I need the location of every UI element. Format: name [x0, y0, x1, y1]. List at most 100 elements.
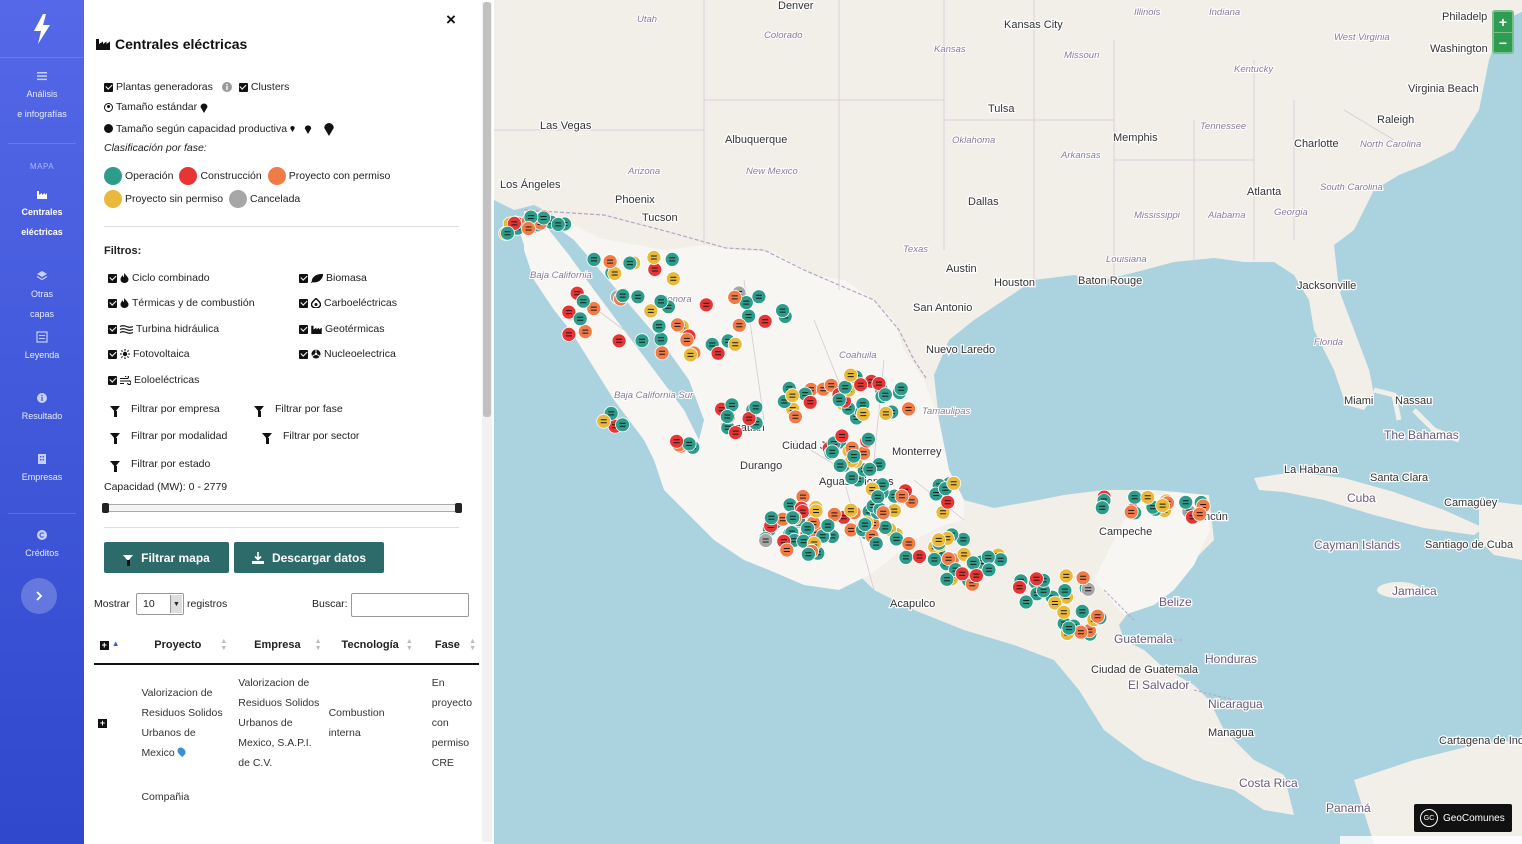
- power-plant-marker[interactable]: [727, 336, 743, 352]
- power-plant-marker[interactable]: [875, 505, 891, 521]
- power-plant-marker[interactable]: [824, 444, 840, 460]
- power-plant-marker[interactable]: [1061, 620, 1077, 636]
- power-plant-marker[interactable]: [862, 461, 878, 477]
- nav-item-leyenda[interactable]: Leyenda: [0, 331, 84, 365]
- power-plant-marker[interactable]: [615, 417, 630, 433]
- plus-icon[interactable]: +: [98, 719, 107, 728]
- power-plant-marker[interactable]: [643, 303, 659, 319]
- power-plant-marker[interactable]: [877, 520, 893, 535]
- tech-turbina-hidraulica[interactable]: Turbina hidráulica: [108, 323, 219, 335]
- panel-scrollbar[interactable]: [482, 2, 492, 842]
- map-view[interactable]: Utah Colorado Kansas Missouri Illinois I…: [494, 0, 1522, 844]
- filter-modalidad-link[interactable]: Filtrar por modalidad: [110, 430, 227, 444]
- power-plant-marker[interactable]: [602, 254, 618, 270]
- power-plant-marker[interactable]: [1029, 571, 1044, 587]
- power-plant-marker[interactable]: [800, 521, 816, 536]
- power-plant-marker[interactable]: [946, 475, 962, 491]
- power-plant-marker[interactable]: [757, 313, 773, 329]
- nav-item-centrales[interactable]: Centrales eléctricas: [0, 188, 84, 242]
- power-plant-marker[interactable]: [710, 345, 726, 361]
- power-plant-marker[interactable]: [831, 392, 847, 408]
- power-plant-marker[interactable]: [1127, 489, 1143, 505]
- tech-checkbox[interactable]: [108, 375, 117, 385]
- power-plant-marker[interactable]: [1178, 494, 1194, 510]
- tech-carboelectricas[interactable]: Carboeléctricas: [299, 297, 397, 309]
- power-plant-marker[interactable]: [787, 409, 803, 425]
- power-plant-marker[interactable]: [1058, 568, 1074, 584]
- power-plant-marker[interactable]: [1012, 579, 1027, 595]
- power-plant-marker[interactable]: [802, 394, 818, 410]
- tech-checkbox[interactable]: [108, 298, 117, 308]
- row-expand-cell[interactable]: +: [94, 664, 125, 781]
- power-plant-marker[interactable]: [843, 502, 859, 518]
- power-plant-marker[interactable]: [728, 425, 743, 441]
- slider-handle-max[interactable]: [455, 503, 462, 513]
- power-plant-marker[interactable]: [1074, 604, 1090, 619]
- power-plant-marker[interactable]: [719, 409, 735, 424]
- power-plant-marker[interactable]: [888, 531, 904, 547]
- tech-checkbox[interactable]: [299, 324, 308, 334]
- tech-checkbox[interactable]: [108, 349, 117, 359]
- filter-estado-link[interactable]: Filtrar por estado: [110, 458, 210, 472]
- power-plant-marker[interactable]: [653, 331, 669, 347]
- tech-ciclo-combinado[interactable]: Ciclo combinado: [108, 272, 210, 284]
- power-plant-marker[interactable]: [1192, 506, 1208, 522]
- power-plant-marker[interactable]: [779, 542, 795, 558]
- clusters-checkbox[interactable]: [238, 82, 248, 92]
- power-plant-marker[interactable]: [622, 255, 638, 271]
- column-header-empresa[interactable]: Empresa ▲ ▼: [230, 626, 325, 665]
- power-plant-marker[interactable]: [731, 317, 747, 333]
- power-plant-marker[interactable]: [1123, 504, 1139, 520]
- lightning-bolt-icon[interactable]: [0, 0, 84, 58]
- power-plant-marker[interactable]: [748, 399, 764, 415]
- filter-fase-link[interactable]: Filtrar por fase: [254, 403, 343, 417]
- power-plant-marker[interactable]: [775, 303, 791, 319]
- power-plant-marker[interactable]: [651, 318, 667, 334]
- tech-checkbox[interactable]: [299, 349, 308, 359]
- close-button[interactable]: ×: [446, 10, 456, 30]
- zoom-in-button[interactable]: +: [1494, 12, 1512, 32]
- power-plant-marker[interactable]: [784, 388, 800, 404]
- tech-checkbox[interactable]: [108, 273, 117, 283]
- power-plant-marker[interactable]: [577, 324, 593, 340]
- power-plant-marker[interactable]: [763, 510, 779, 526]
- power-plant-marker[interactable]: [683, 347, 698, 363]
- power-plant-marker[interactable]: [1018, 594, 1034, 610]
- expand-column-header[interactable]: + ▲: [94, 626, 126, 665]
- geocomunes-brand[interactable]: GC GeoComunes: [1414, 804, 1512, 832]
- map-attribution[interactable]: [1340, 836, 1522, 844]
- tech-eoloelectricas[interactable]: Eoloeléctricas: [108, 374, 199, 386]
- power-plant-marker[interactable]: [561, 326, 577, 342]
- power-plant-marker[interactable]: [1056, 604, 1072, 620]
- power-plant-marker[interactable]: [898, 550, 914, 565]
- power-plant-marker[interactable]: [868, 536, 884, 551]
- power-plant-marker[interactable]: [878, 405, 894, 421]
- tech-termicas[interactable]: Térmicas y de combustión: [108, 297, 255, 309]
- power-plant-marker[interactable]: [536, 210, 551, 226]
- power-plant-marker[interactable]: [855, 406, 871, 422]
- power-plant-marker[interactable]: [1075, 570, 1091, 586]
- tam-capacidad-radio[interactable]: [104, 124, 113, 133]
- power-plant-marker[interactable]: [808, 503, 824, 519]
- power-plant-marker[interactable]: [615, 288, 631, 304]
- page-size-select[interactable]: 10 ▼: [136, 593, 184, 615]
- power-plant-marker[interactable]: [586, 251, 602, 267]
- expand-button[interactable]: [21, 578, 57, 614]
- column-header-proyecto[interactable]: Proyecto ▲ ▼: [125, 626, 231, 665]
- power-plant-marker[interactable]: [521, 221, 536, 236]
- power-plant-marker[interactable]: [1140, 489, 1156, 505]
- power-plant-marker[interactable]: [860, 431, 876, 447]
- power-plant-marker[interactable]: [800, 546, 816, 562]
- power-plant-marker[interactable]: [1155, 498, 1170, 514]
- power-plant-marker[interactable]: [980, 549, 996, 565]
- power-plant-marker[interactable]: [939, 571, 955, 587]
- power-plant-marker[interactable]: [572, 311, 588, 327]
- power-plant-marker[interactable]: [500, 225, 515, 241]
- power-plant-marker[interactable]: [931, 532, 947, 548]
- power-plant-marker[interactable]: [550, 216, 566, 232]
- power-plant-marker[interactable]: [968, 568, 984, 583]
- table-row[interactable]: + Valorizacion de Residuos Solidos Urban…: [94, 664, 479, 781]
- power-plant-marker[interactable]: [857, 517, 873, 532]
- filter-map-button[interactable]: Filtrar mapa: [104, 542, 229, 573]
- power-plant-marker[interactable]: [954, 566, 970, 582]
